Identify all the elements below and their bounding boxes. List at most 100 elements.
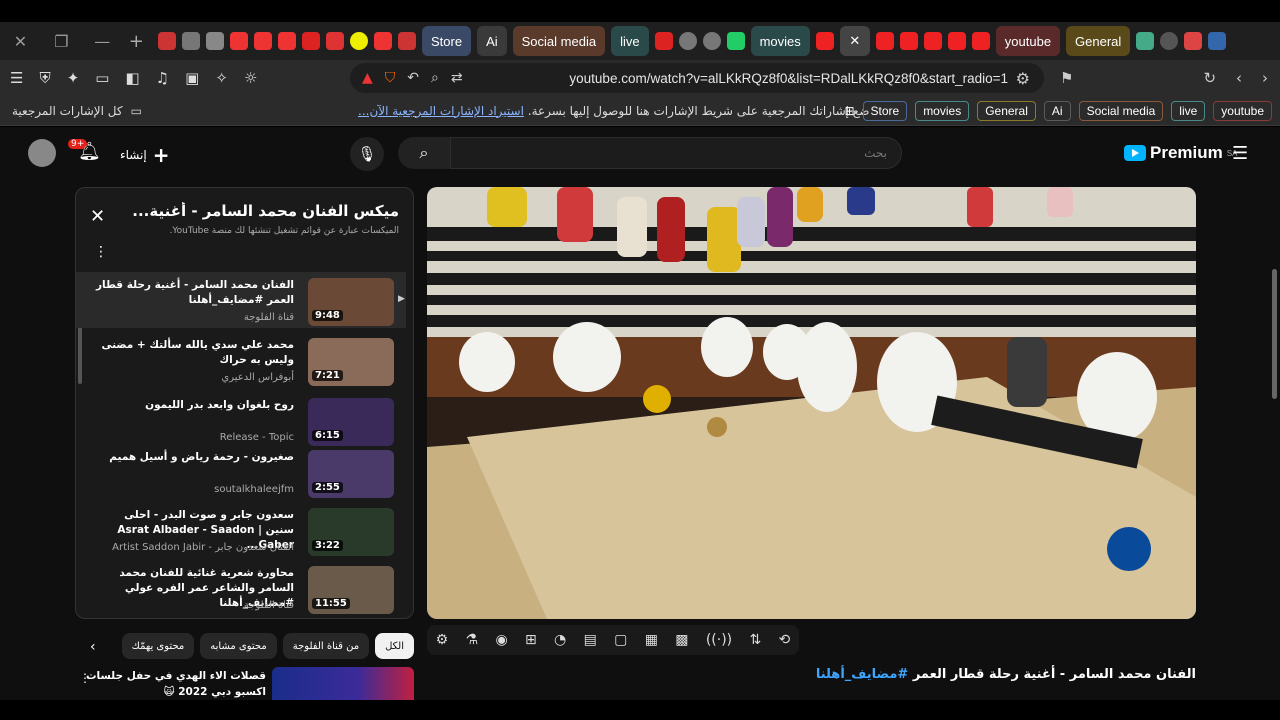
tab-youtube[interactable]: youtube <box>995 26 1061 56</box>
bulb-icon[interactable]: ☼ <box>244 69 257 87</box>
wallet-icon[interactable]: ▭ <box>95 69 109 87</box>
tab-favicon[interactable] <box>654 32 673 50</box>
tab-favicon[interactable] <box>1184 32 1203 50</box>
tab-favicon[interactable] <box>398 32 416 50</box>
site-settings-icon[interactable]: ⚙ <box>1016 69 1030 88</box>
speed-icon[interactable]: ◔ <box>554 632 566 648</box>
apps-grid-icon[interactable]: ⊞ <box>844 104 854 118</box>
tab-favicon[interactable] <box>971 32 990 50</box>
address-bar[interactable]: ▲ ⛉ ↶ ⌕ ⇄ youtube.com/watch?v=alLKkRQz8f… <box>350 63 1044 93</box>
tab-favicon[interactable] <box>254 32 272 50</box>
close-tab-icon[interactable]: ✕ <box>839 26 870 56</box>
tab-social-media[interactable]: Social media <box>512 26 606 56</box>
undo-icon[interactable]: ↶ <box>407 70 419 86</box>
bookmark-icon[interactable]: ⚑ <box>1060 69 1073 87</box>
tab-favicon[interactable] <box>899 32 918 50</box>
tab-favicon[interactable] <box>158 32 176 50</box>
search-button[interactable]: ⌕ <box>398 137 450 169</box>
tab-favicon[interactable] <box>326 32 344 50</box>
recommended-video[interactable]: قصلات الاء الهدي في حفل جلسات اكسبو دبي … <box>75 667 414 700</box>
channel-name[interactable]: قناة الفلوجة <box>94 600 294 611</box>
tab-favicon[interactable] <box>206 32 224 50</box>
bookmark-youtube[interactable]: youtube <box>1213 100 1272 121</box>
playlist-item[interactable]: 3:22 سعدون جابر و صوت البدر - احلى سنين … <box>76 502 406 558</box>
add-icon[interactable]: ⊞ <box>525 632 537 648</box>
forward-icon[interactable]: › <box>1262 69 1268 87</box>
video-title[interactable]: قصلات الاء الهدي في حفل جلسات اكسبو دبي … <box>86 669 266 700</box>
bookmark-general[interactable]: General <box>977 100 1036 121</box>
tab-store[interactable]: Store <box>422 26 472 56</box>
import-bookmarks-link[interactable]: استيراد الإشارات المرجعية الآن... <box>358 104 524 118</box>
gallery-icon[interactable]: ▣ <box>185 69 199 87</box>
playlist-item[interactable]: ▶ 9:48 الفنان محمد السامر - أغنية رحلة ق… <box>76 272 406 328</box>
pip-icon[interactable]: ▢ <box>614 632 627 648</box>
tab-favicon[interactable] <box>1208 32 1227 50</box>
voice-search-icon[interactable]: 🎙︎ <box>350 137 384 171</box>
notifications-bell-icon[interactable]: 🔔︎ <box>78 141 101 162</box>
tab-movies[interactable]: movies <box>750 26 810 56</box>
video-title[interactable]: الفنان محمد السامر - أغنية رحلة قطار الع… <box>94 278 294 308</box>
tab-favicon[interactable] <box>1136 32 1155 50</box>
audio-icon[interactable]: ((·)) <box>706 632 732 648</box>
loop-icon[interactable]: ⟲ <box>779 632 791 648</box>
tab-favicon[interactable] <box>875 32 894 50</box>
translate-icon[interactable]: ⇄ <box>451 70 463 86</box>
menu-icon[interactable]: ☰ <box>10 69 23 87</box>
channel-name[interactable]: الفنان سعدون جابر - Artist Saddon Jabir <box>94 542 294 553</box>
screenshot-icon[interactable]: ◉ <box>495 632 507 648</box>
tab-favicon[interactable] <box>230 32 248 50</box>
playlist-item[interactable]: 11:55 محاورة شعرية غنائية للفنان محمد ال… <box>76 560 406 616</box>
tab-favicon[interactable] <box>1160 32 1179 50</box>
playlist-title[interactable]: ميكس الفنان محمد السامر - أغنية... <box>129 202 399 220</box>
tab-favicon[interactable] <box>947 32 966 50</box>
tab-favicon[interactable] <box>678 32 697 50</box>
tab-favicon[interactable] <box>702 32 721 50</box>
tab-general[interactable]: General <box>1066 26 1131 56</box>
video-thumbnail[interactable] <box>272 667 414 700</box>
page-scrollbar[interactable] <box>1272 269 1277 399</box>
clapper-icon[interactable]: ▦ <box>645 632 658 648</box>
channel-name[interactable]: soutalkhaleejfm <box>94 484 294 495</box>
bookmark-ai[interactable]: Ai <box>1043 100 1071 121</box>
tab-favicon[interactable] <box>726 32 745 50</box>
bookmark-live[interactable]: live <box>1171 100 1206 121</box>
youtube-premium-logo[interactable]: Premium SA <box>1124 143 1237 163</box>
sort-icon[interactable]: ⇅ <box>749 632 761 648</box>
more-options-icon[interactable]: ⋮ <box>79 671 91 685</box>
channel-name[interactable]: Release - Topic <box>94 432 294 443</box>
flask-icon[interactable]: ⚗ <box>466 632 479 648</box>
avatar[interactable] <box>28 139 56 167</box>
extension-icon[interactable]: ✦ <box>67 69 80 87</box>
tab-favicon[interactable] <box>302 32 320 50</box>
tab-live[interactable]: live <box>611 26 649 56</box>
chip-for-you[interactable]: محتوى يهمّك <box>121 633 195 659</box>
brave-shield-icon[interactable]: ⛉ <box>385 70 396 86</box>
more-options-icon[interactable]: ⋮ <box>94 244 108 260</box>
bookmark-store[interactable]: Store <box>862 100 908 121</box>
restore-window-icon[interactable]: ❐ <box>41 32 82 51</box>
tab-favicon[interactable] <box>350 32 368 50</box>
playlist-item[interactable]: 7:21 محمد علي سدي يالله سألتك + مضنى ولي… <box>76 332 406 388</box>
close-icon[interactable]: ✕ <box>90 206 105 227</box>
video-player[interactable] <box>427 187 1196 619</box>
video-title[interactable]: روح بلغوان وابعد بدر الليمون <box>94 398 294 413</box>
chip-from-channel[interactable]: من قناة الفلوجة <box>282 633 370 659</box>
channel-name[interactable]: قناة الفلوجة <box>94 312 294 323</box>
settings-icon[interactable]: ⚙ <box>436 632 449 648</box>
tab-favicon[interactable] <box>923 32 942 50</box>
camera-icon[interactable]: ▩ <box>675 632 688 648</box>
tab-favicon[interactable] <box>815 32 834 50</box>
back-icon[interactable]: ‹ <box>1236 69 1242 87</box>
chip-all[interactable]: الكل <box>375 633 414 659</box>
guide-menu-icon[interactable]: ☰ <box>1232 143 1248 164</box>
search-icon[interactable]: ⌕ <box>431 70 439 86</box>
playlist-item[interactable]: 2:55 صغيرون - رحمة رياض و أسيل هميم sout… <box>76 444 406 500</box>
minimize-window-icon[interactable]: — <box>82 32 123 51</box>
close-window-icon[interactable]: ✕ <box>0 32 41 51</box>
puzzle-icon[interactable]: ✧ <box>215 69 228 87</box>
reload-icon[interactable]: ↻ <box>1203 69 1216 87</box>
new-tab-icon[interactable]: + <box>123 31 150 52</box>
search-input[interactable]: بحث <box>450 137 902 169</box>
all-bookmarks[interactable]: كل الإشارات المرجعية ▭ <box>12 104 142 118</box>
video-hashtag[interactable]: #مضايف_أهلنا <box>816 667 908 682</box>
